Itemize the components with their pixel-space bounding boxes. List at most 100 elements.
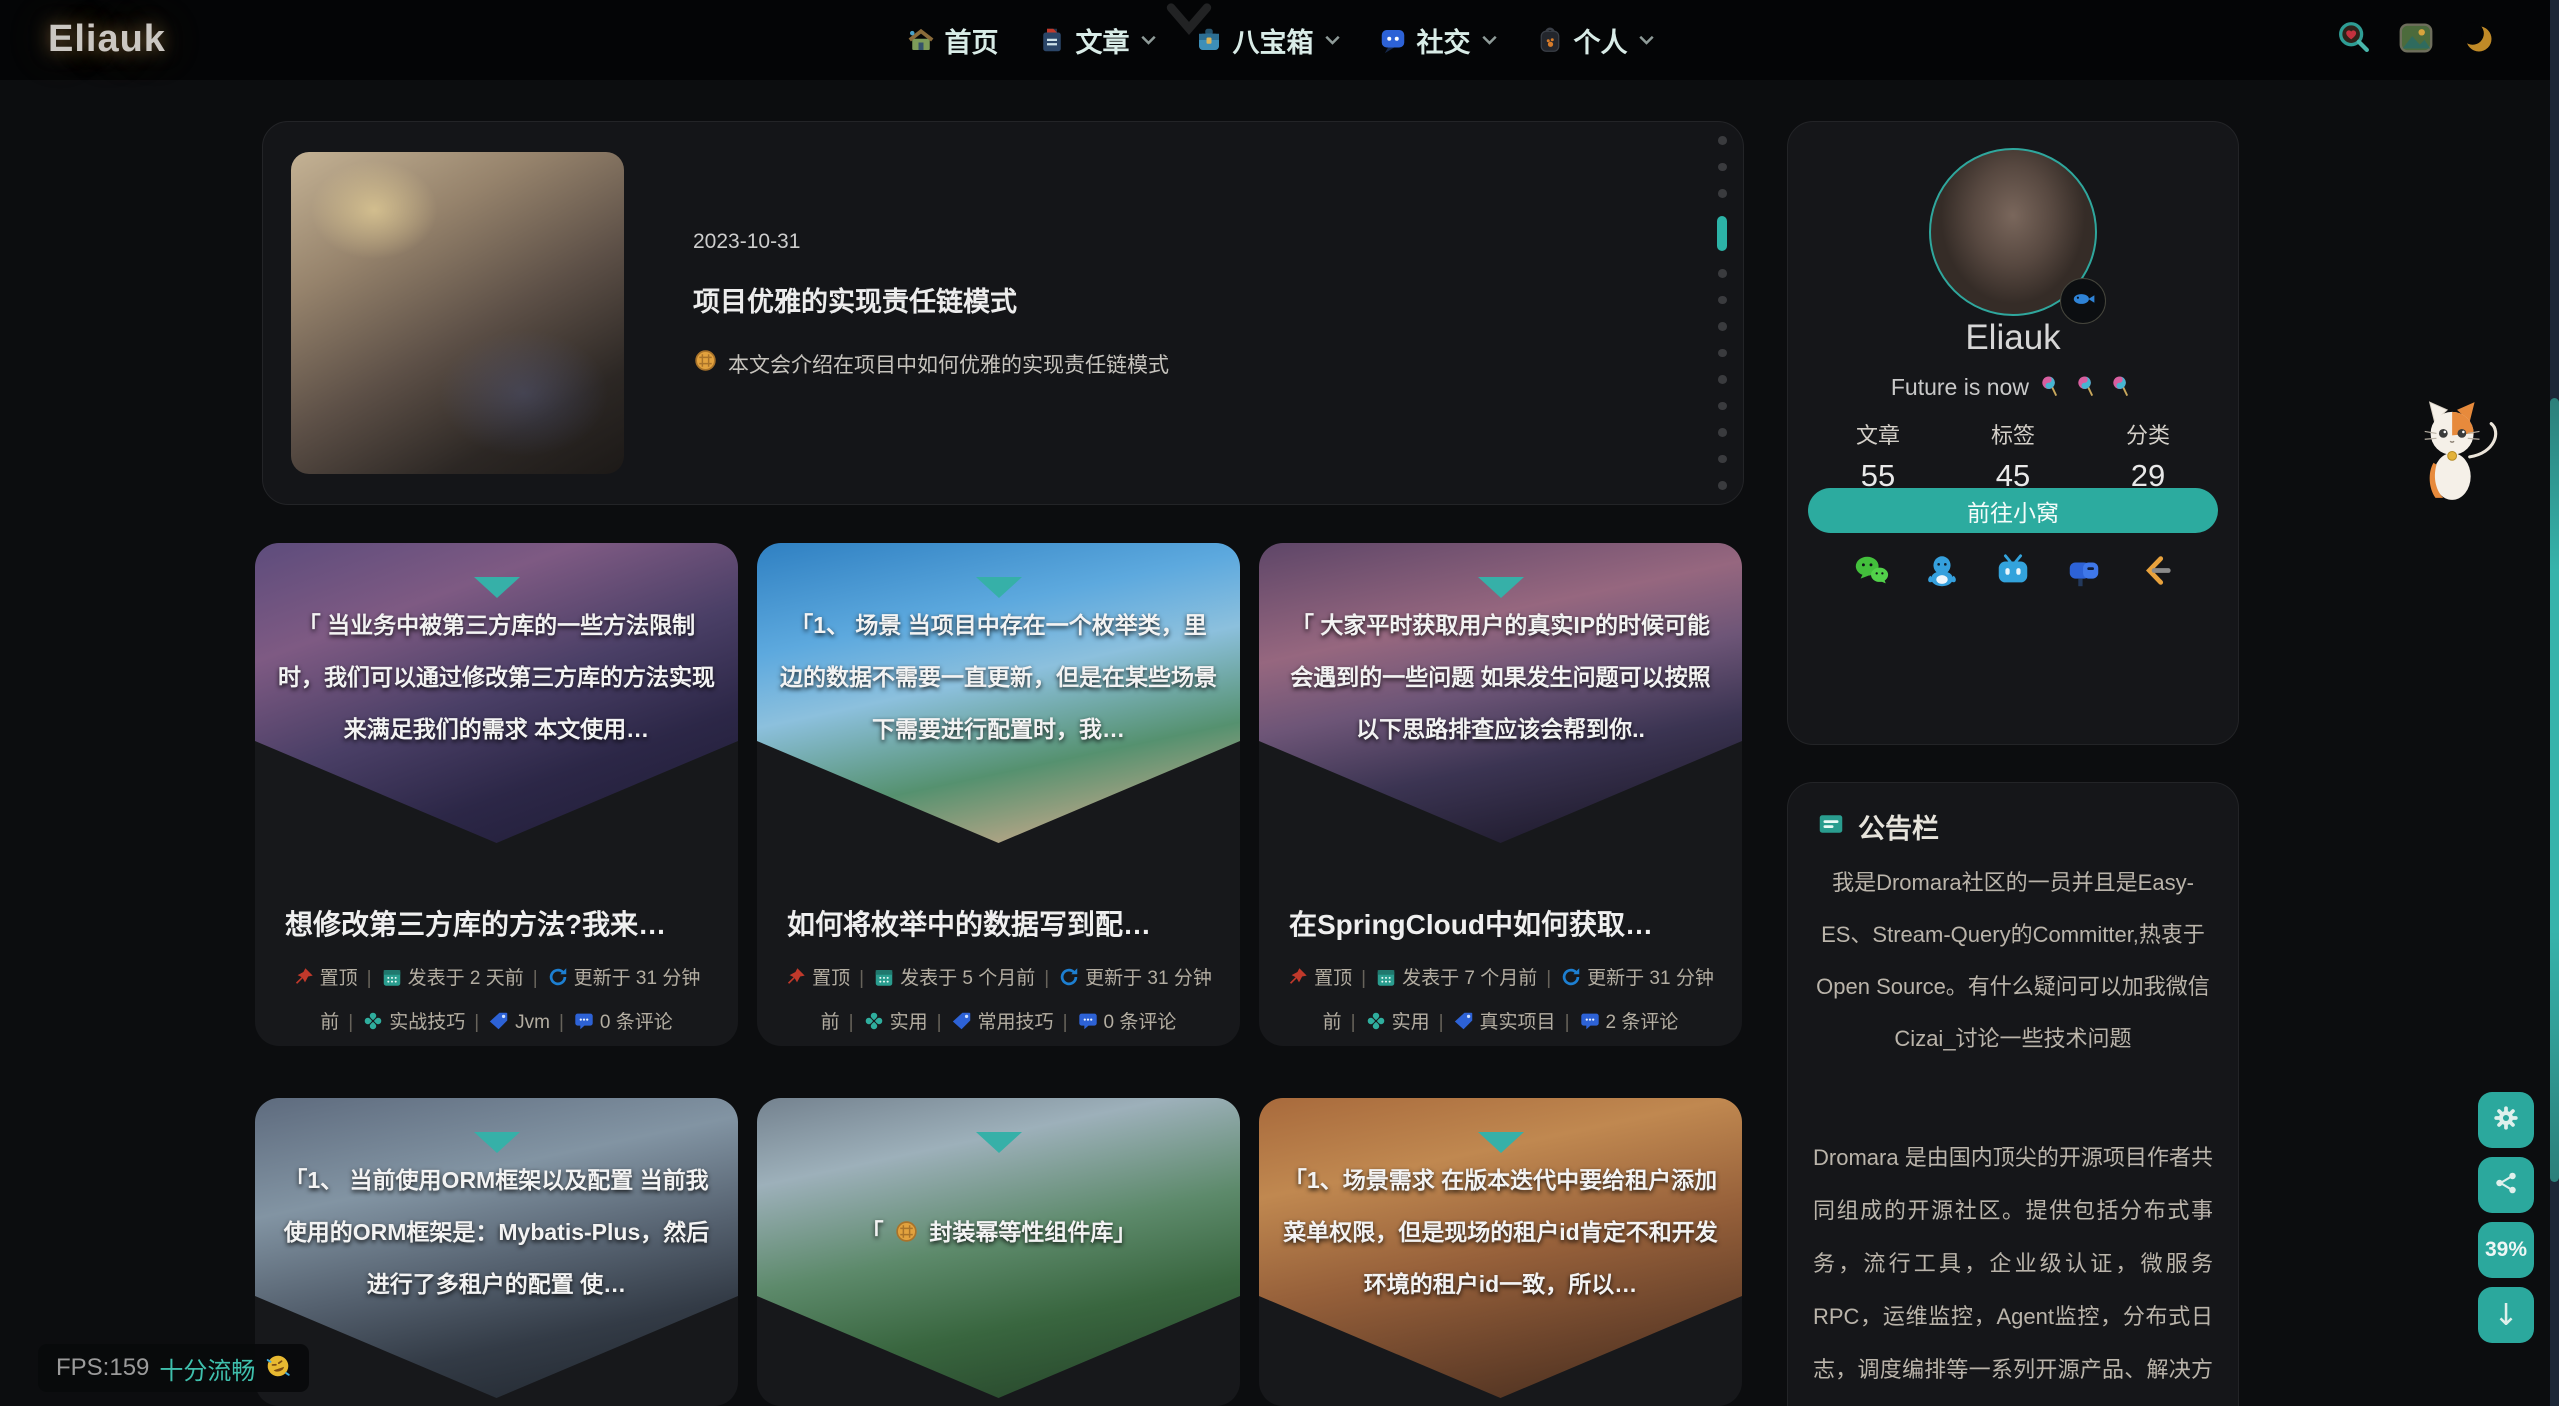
category-clover-icon [1365, 1005, 1387, 1027]
article-tag[interactable]: 真实项目 [1453, 1012, 1556, 1033]
announcement-card: 公告栏 我是Dromara社区的一员并且是Easy-ES、Stream-Quer… [1787, 782, 2239, 1406]
pagination-dot-active[interactable] [1717, 216, 1727, 252]
waffle-icon [894, 1210, 919, 1262]
pagination-dot[interactable] [1718, 455, 1727, 464]
chevron-down-icon [1141, 35, 1156, 46]
cat-sticker[interactable] [2413, 396, 2501, 511]
pagination-dot[interactable] [1718, 481, 1727, 490]
article-tag[interactable]: 常用技巧 [951, 1012, 1054, 1033]
stat-categories[interactable]: 分类 29 [2088, 418, 2208, 494]
article-title[interactable]: 如何将枚举中的数据写到配… [787, 903, 1216, 943]
stat-articles[interactable]: 文章 55 [1818, 418, 1938, 494]
dark-mode-toggle[interactable] [2459, 21, 2497, 59]
mailbox-icon[interactable] [2065, 552, 2103, 590]
calendar-icon [873, 961, 895, 983]
tag-icon [1453, 1005, 1475, 1027]
wechat-icon[interactable] [1852, 552, 1890, 590]
qq-icon[interactable] [1923, 552, 1961, 590]
article-comments[interactable]: 2 条评论 [1579, 1012, 1679, 1033]
article-excerpt: 「 大家平时获取用户的真实IP的时候可能会遇到的一些问题 如果发生问题可以按照以… [1281, 599, 1720, 755]
featured-article-card[interactable]: 2023-10-31 项目优雅的实现责任链模式 本文会介绍在项目中如何优雅的实现… [262, 121, 1744, 505]
article-category[interactable]: 实战技巧 [362, 1012, 465, 1033]
nav-item-label: 社交 [1417, 21, 1471, 60]
article-comments[interactable]: 0 条评论 [1077, 1012, 1177, 1033]
announcement-paragraph: Dromara 是由国内顶尖的开源项目作者共同组成的开源社区。提供包括分布式事务… [1813, 1131, 2213, 1406]
nav-item-label: 个人 [1574, 21, 1628, 60]
pagination-dot[interactable] [1718, 296, 1727, 305]
nav-menu: 首页 文章 八宝箱 [906, 0, 1654, 80]
article-tag[interactable]: Jvm [488, 1012, 550, 1033]
tag-icon [488, 1005, 510, 1027]
teal-triangle-icon [976, 1132, 1022, 1153]
nav-item-label: 文章 [1076, 21, 1130, 60]
pagination-dot[interactable] [1718, 402, 1727, 411]
article-category[interactable]: 实用 [863, 1012, 928, 1033]
featured-article-title[interactable]: 项目优雅的实现责任链模式 [693, 280, 1017, 319]
article-comments[interactable]: 0 条评论 [573, 1012, 673, 1033]
refresh-icon [547, 961, 569, 983]
lollipop-icon [2038, 375, 2061, 404]
pagination-dot[interactable] [1718, 349, 1727, 358]
search-icon [2335, 19, 2373, 62]
scroll-down-button[interactable]: ↓ [2478, 1287, 2534, 1343]
go-home-button[interactable]: 前往小窝 [1808, 488, 2218, 533]
article-excerpt: 「1、 当前使用ORM框架以及配置 当前我使用的ORM框架是：Mybatis-P… [277, 1154, 716, 1310]
dark-mode-moon-icon [2460, 20, 2496, 61]
rofl-icon [265, 1353, 291, 1384]
settings-button[interactable] [2478, 1092, 2534, 1148]
nav-item-personal[interactable]: 个人 [1535, 21, 1654, 60]
search-button[interactable] [2335, 21, 2373, 59]
chevron-down-icon [1639, 35, 1654, 46]
gear-icon [2492, 1104, 2520, 1137]
share-button[interactable] [2478, 1157, 2534, 1213]
gallery-button[interactable] [2397, 21, 2435, 59]
scroll-hint-chevron-icon [1166, 2, 1212, 41]
leetcode-icon[interactable] [2136, 552, 2174, 590]
pagination-dot[interactable] [1718, 189, 1727, 198]
article-card[interactable]: 「1、场景需求 在版本迭代中要给租户添加菜单权限，但是现场的租户id肯定不和开发… [1259, 1098, 1742, 1406]
article-title[interactable]: 想修改第三方库的方法?我来… [285, 903, 714, 943]
article-card[interactable]: 「1、 场景 当项目中存在一个枚举类，里边的数据不需要一直更新，但是在某些场景下… [757, 543, 1240, 1046]
teal-triangle-icon [976, 577, 1022, 598]
fps-value: FPS:159 [56, 1354, 149, 1382]
reading-progress-value: 39% [2485, 1238, 2527, 1262]
comment-icon [573, 1005, 595, 1027]
article-category[interactable]: 实用 [1365, 1012, 1430, 1033]
nav-item-home[interactable]: 首页 [906, 21, 999, 60]
pagination-dot[interactable] [1718, 163, 1727, 172]
featured-article-description: 本文会介绍在项目中如何优雅的实现责任链模式 [693, 348, 1169, 379]
reading-progress-button[interactable]: 39% [2478, 1222, 2534, 1278]
pagination-dot[interactable] [1718, 375, 1727, 384]
profile-card: Eliauk Future is now 文章 55 标签 45 分类 29 前… [1787, 121, 2239, 745]
scrollbar-thumb[interactable] [2550, 398, 2559, 1182]
share-icon [2493, 1170, 2519, 1201]
nav-item-label: 首页 [945, 21, 999, 60]
pagination-dot[interactable] [1718, 322, 1727, 331]
nav-item-treasure-box[interactable]: 八宝箱 [1194, 21, 1340, 60]
chevron-down-icon [1482, 35, 1497, 46]
pagination-dot[interactable] [1718, 136, 1727, 145]
announcement-header: 公告栏 [1816, 807, 1939, 846]
article-card[interactable]: 「 大家平时获取用户的真实IP的时候可能会遇到的一些问题 如果发生问题可以按照以… [1259, 543, 1742, 1046]
pin-icon [293, 961, 315, 983]
article-card[interactable]: 「 封装幂等性组件库」 [757, 1098, 1240, 1406]
article-card[interactable]: 「 当业务中被第三方库的一些方法限制时，我们可以通过修改第三方库的方法实现来满足… [255, 543, 738, 1046]
social-links [1788, 552, 2238, 590]
article-excerpt: 「1、场景需求 在版本迭代中要给租户添加菜单权限，但是现场的租户id肯定不和开发… [1281, 1154, 1720, 1310]
article-card[interactable]: 「1、 当前使用ORM框架以及配置 当前我使用的ORM框架是：Mybatis-P… [255, 1098, 738, 1406]
site-logo[interactable]: Eliauk [48, 18, 166, 61]
tag-icon [951, 1005, 973, 1027]
waffle-icon [693, 348, 718, 379]
pagination-dot[interactable] [1718, 428, 1727, 437]
scrollbar-track[interactable] [2550, 0, 2559, 1406]
profile-stats: 文章 55 标签 45 分类 29 [1818, 418, 2208, 494]
fps-widget: FPS:159 十分流畅 [38, 1344, 309, 1392]
pagination-dot[interactable] [1718, 269, 1727, 278]
stat-tags[interactable]: 标签 45 [1953, 418, 2073, 494]
nav-item-social[interactable]: 社交 [1378, 21, 1497, 60]
featured-article-image[interactable] [291, 152, 624, 474]
nav-item-articles[interactable]: 文章 [1037, 21, 1156, 60]
bilibili-icon[interactable] [1994, 552, 2032, 590]
lollipop-icon [2074, 375, 2097, 404]
article-title[interactable]: 在SpringCloud中如何获取… [1289, 903, 1718, 943]
